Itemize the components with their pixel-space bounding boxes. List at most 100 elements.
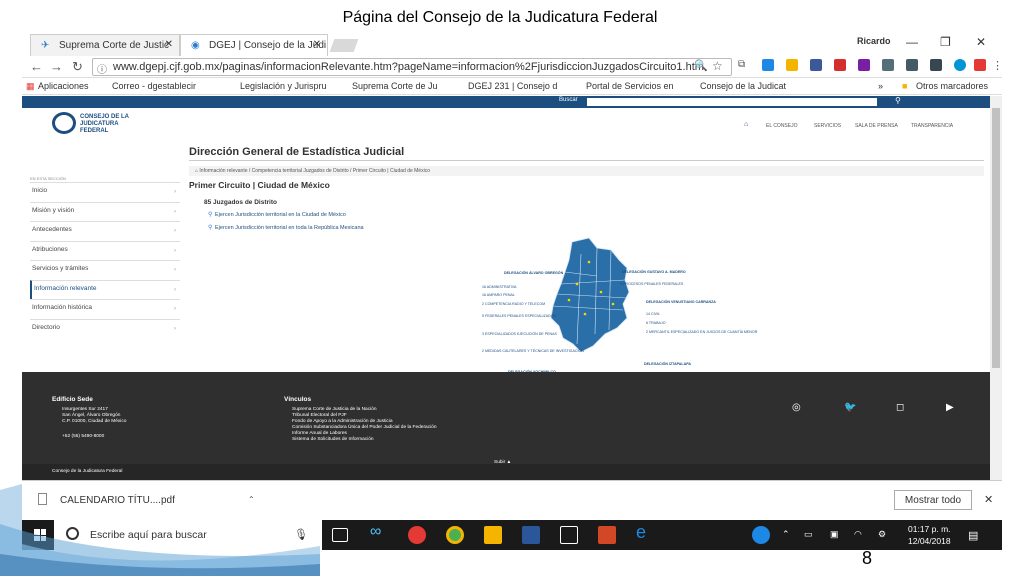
slide-page-number: 8 (862, 548, 873, 568)
zoom-icon[interactable]: 🔍 (694, 59, 708, 72)
infinity-app-icon[interactable]: ∞ (370, 523, 388, 541)
sidebar-item-label: Información histórica (32, 304, 92, 311)
adblock-extension-icon[interactable] (974, 59, 986, 71)
star-icon[interactable]: ☆ (712, 59, 723, 73)
task-view-icon[interactable] (332, 528, 348, 542)
bookmark-extension-icon[interactable] (810, 59, 822, 71)
youtube-icon[interactable]: ▶ (946, 402, 954, 413)
nav-servicios[interactable]: SERVICIOS (814, 123, 841, 129)
windows-start-icon[interactable] (34, 529, 46, 541)
link-republica[interactable]: ⚲ Ejercen Jurisdicción territorial en tod… (208, 225, 364, 231)
minimize-icon[interactable]: — (906, 35, 918, 49)
chevron-up-icon[interactable]: ⌃ (248, 495, 255, 504)
home-icon[interactable]: ⌂ (744, 121, 748, 128)
url-bar[interactable]: ⓘ www.dgepj.cjf.gob.mx/paginas/informaci… (92, 58, 732, 76)
apps-icon[interactable]: ▦ (26, 81, 35, 92)
restore-icon[interactable]: ❐ (940, 35, 951, 49)
chevron-up-icon[interactable]: ⌃ (782, 529, 790, 540)
search-input[interactable] (587, 98, 877, 106)
bookmark-item[interactable]: DGEJ 231 | Consejo d (468, 81, 557, 91)
edge-icon[interactable]: e (636, 522, 654, 542)
new-tab-button[interactable] (329, 39, 359, 52)
profile-name[interactable]: Ricardo (857, 36, 891, 46)
nav-sala-de-prensa[interactable]: SALA DE PRENSA (855, 123, 898, 129)
footer-phone: +52 (55) 5490-8000 (62, 434, 105, 439)
footer-address-line: C.P. 01000, Ciudad de México (62, 419, 127, 424)
link-cdmx[interactable]: ⚲ Ejercen Jurisdicción territorial en la … (208, 212, 346, 218)
star-extension-icon[interactable] (786, 59, 798, 71)
bookmark-item[interactable]: Correo - dgestablecir (112, 81, 196, 91)
battery-icon[interactable]: ▭ (804, 529, 813, 540)
tab-scjn[interactable]: ✈ Suprema Corte de Justic ✕ (30, 34, 180, 56)
bookmark-item[interactable]: Suprema Corte de Ju (352, 81, 438, 91)
sidebar-item-antecedentes[interactable]: Antecedentes › (30, 221, 180, 241)
sidebar-item-directorio[interactable]: Directorio › (30, 318, 180, 339)
nav-transparencia[interactable]: TRANSPARENCIA (911, 123, 953, 129)
cjf-logo-icon: ◉ (191, 40, 200, 51)
search-placeholder: Escribe aquí para buscar (90, 529, 207, 541)
back-arrow-icon[interactable]: ← (30, 59, 43, 74)
grid-extension-icon[interactable] (882, 59, 894, 71)
forward-arrow-icon[interactable]: → (50, 59, 63, 74)
info-icon[interactable]: ⓘ (97, 61, 107, 75)
tab-label: DGEJ | Consejo de la Judi (209, 40, 327, 51)
show-all-button[interactable]: Mostrar todo (894, 490, 972, 510)
pocket-extension-icon[interactable] (930, 59, 942, 71)
breadcrumb-text[interactable]: Información relevante / Competencia terr… (199, 168, 430, 174)
footer-copyright: Consejo de la Judicatura Federal (52, 469, 123, 474)
powerpoint-icon[interactable] (598, 526, 616, 544)
app-tray-icon[interactable]: ▣ (830, 529, 839, 540)
radio-icon[interactable]: ◎ (792, 402, 801, 413)
close-icon[interactable]: ✕ (313, 39, 321, 50)
page-scrollbar[interactable] (990, 96, 1002, 480)
help-icon[interactable] (752, 526, 770, 544)
wifi-icon[interactable]: ◠ (854, 529, 862, 540)
network-icon[interactable]: ⚙ (878, 529, 886, 540)
sidebar-item-label: Directorio (32, 323, 60, 331)
sidebar-item-informacion-historica[interactable]: Información histórica › (30, 299, 180, 319)
hp-extension-icon[interactable] (954, 59, 966, 71)
camera-extension-icon[interactable] (906, 59, 918, 71)
search-icon[interactable]: ⚲ (895, 96, 901, 105)
taskbar-clock[interactable]: 01:17 p. m. 12/04/2018 (908, 523, 951, 547)
sidebar-item-inicio[interactable]: Inicio › (30, 182, 180, 202)
sidebar-item-informacion-relevante[interactable]: Información relevante › (30, 279, 180, 299)
more-bookmarks-icon[interactable]: » (878, 81, 883, 91)
copy-icon[interactable]: ⧉ (738, 59, 745, 70)
chrome-icon[interactable] (446, 526, 464, 544)
other-bookmarks[interactable]: Otros marcadores (916, 81, 988, 91)
taskbar-search[interactable]: Escribe aquí para buscar 🎙 (54, 520, 322, 550)
microphone-icon[interactable]: 🎙 (294, 528, 308, 541)
app-icon[interactable] (408, 526, 426, 544)
cloud-extension-icon[interactable] (762, 59, 774, 71)
bookmarks-bar: ▦ Aplicaciones Correo - dgestablecir Leg… (22, 78, 1002, 95)
scrollbar-thumb[interactable] (992, 108, 1000, 368)
twitter-icon[interactable]: 🐦 (844, 402, 856, 413)
word-icon[interactable] (522, 526, 540, 544)
sidebar-item-mision[interactable]: Misión y visión › (30, 201, 180, 222)
bookmark-item[interactable]: Legislación y Jurispru (240, 81, 327, 91)
notifications-icon[interactable]: ▤ (968, 529, 978, 542)
cdmx-map (550, 237, 630, 353)
menu-icon[interactable]: ⋮ (992, 59, 1002, 72)
shield-extension-icon[interactable] (834, 59, 846, 71)
bookmark-item[interactable]: Portal de Servicios en (586, 81, 674, 91)
sidebar-item-servicios[interactable]: Servicios y trámites › (30, 260, 180, 280)
close-icon[interactable]: ✕ (165, 39, 173, 50)
file-explorer-icon[interactable] (484, 526, 502, 544)
bookmark-item[interactable]: Aplicaciones (38, 81, 89, 91)
footer-link[interactable]: Sistema de Solicitudes de Información (292, 437, 374, 443)
onenote-extension-icon[interactable] (858, 59, 870, 71)
sidebar-item-atribuciones[interactable]: Atribuciones › (30, 240, 180, 261)
close-icon[interactable]: ✕ (984, 493, 993, 506)
window-app-icon[interactable] (560, 526, 578, 544)
window-close-icon[interactable]: ✕ (976, 35, 986, 49)
bookmark-item[interactable]: Consejo de la Judicat (700, 81, 786, 91)
logo-line: CONSEJO DE LA (80, 114, 130, 120)
tab-dgej[interactable]: ◉ DGEJ | Consejo de la Judi ✕ (180, 34, 328, 56)
map-item: 5 PROCESOS PENALES FEDERALES (620, 282, 684, 286)
reload-icon[interactable]: ↻ (72, 59, 83, 75)
instagram-icon[interactable]: ◻ (896, 402, 904, 413)
download-item[interactable]: CALENDARIO TÍTU....pdf (60, 495, 175, 506)
nav-el-consejo[interactable]: EL CONSEJO (766, 123, 798, 129)
